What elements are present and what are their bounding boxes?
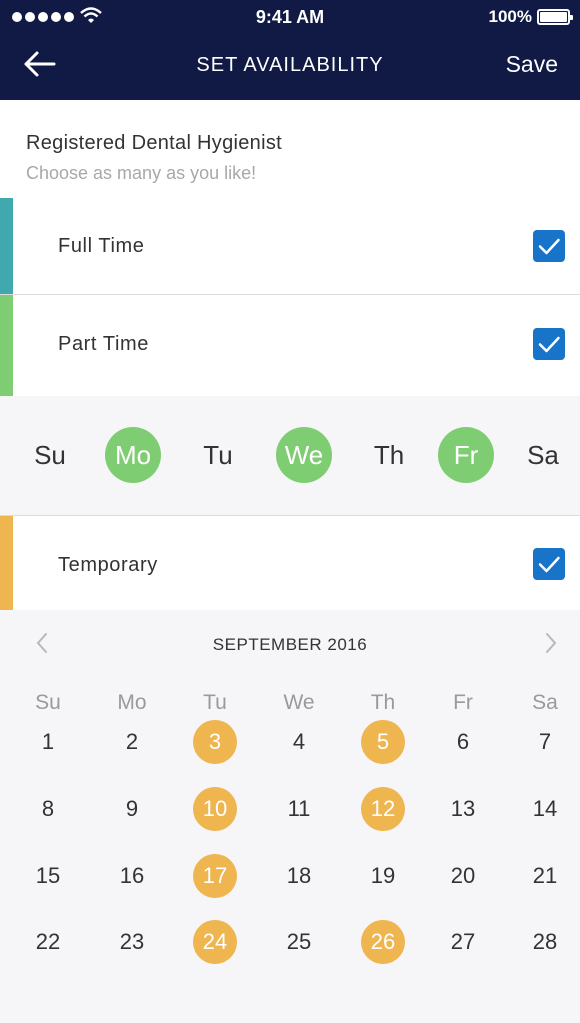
calendar-day[interactable]: 1 xyxy=(26,720,70,764)
color-stripe xyxy=(0,198,13,294)
calendar-day[interactable]: 18 xyxy=(277,854,321,898)
option-label: Part Time xyxy=(58,333,149,355)
calendar-day-header: Th xyxy=(370,691,396,714)
calendar-day[interactable]: 7 xyxy=(523,720,567,764)
calendar-day[interactable]: 15 xyxy=(26,854,70,898)
calendar-day-selected[interactable]: 26 xyxy=(361,920,405,964)
option-full-time[interactable]: Full Time xyxy=(0,198,580,294)
calendar-day[interactable]: 20 xyxy=(441,854,485,898)
calendar-day[interactable]: 13 xyxy=(441,787,485,831)
weekday-tu[interactable]: Tu xyxy=(190,427,246,483)
weekday-we[interactable]: We xyxy=(276,427,332,483)
option-label: Full Time xyxy=(58,235,145,257)
navigation-bar: SET AVAILABILITY Save xyxy=(0,34,580,100)
checkbox-checked-icon[interactable] xyxy=(533,548,565,580)
calendar-day[interactable]: 4 xyxy=(277,720,321,764)
calendar-day-header: We xyxy=(283,691,315,714)
option-temporary[interactable]: Temporary xyxy=(0,516,580,610)
weekday-su[interactable]: Su xyxy=(22,427,78,483)
section-header: Registered Dental Hygienist Choose as ma… xyxy=(0,100,580,198)
calendar-day[interactable]: 21 xyxy=(523,854,567,898)
checkbox-checked-icon[interactable] xyxy=(533,328,565,360)
section-title: Registered Dental Hygienist xyxy=(26,132,283,154)
weekday-selector: Su Mo Tu We Th Fr Sa xyxy=(0,396,580,516)
page-title: SET AVAILABILITY xyxy=(196,54,384,76)
status-bar: 9:41 AM 100% xyxy=(0,0,580,34)
calendar-day[interactable]: 28 xyxy=(523,920,567,964)
weekday-mo[interactable]: Mo xyxy=(105,427,161,483)
app-header: 9:41 AM 100% SET AVAILABILITY Save xyxy=(0,0,580,100)
battery-percentage: 100% xyxy=(488,7,532,26)
calendar-day[interactable]: 22 xyxy=(26,920,70,964)
color-stripe xyxy=(0,516,13,610)
checkbox-checked-icon[interactable] xyxy=(533,230,565,262)
calendar-day[interactable]: 27 xyxy=(441,920,485,964)
calendar-day-header: Su xyxy=(35,691,61,714)
calendar-day[interactable]: 23 xyxy=(110,920,154,964)
calendar-day[interactable]: 16 xyxy=(110,854,154,898)
weekday-sa[interactable]: Sa xyxy=(515,427,571,483)
calendar-day-selected[interactable]: 10 xyxy=(193,787,237,831)
calendar: SEPTEMBER 2016 Su Mo Tu We Th Fr Sa 1 2 3 4 5 6 7 8 9 10… xyxy=(0,610,580,1023)
calendar-day[interactable]: 14 xyxy=(523,787,567,831)
calendar-day-selected[interactable]: 17 xyxy=(193,854,237,898)
calendar-day[interactable]: 8 xyxy=(26,787,70,831)
section-subtitle: Choose as many as you like! xyxy=(26,163,257,183)
calendar-day[interactable]: 25 xyxy=(277,920,321,964)
chevron-right-icon[interactable] xyxy=(539,630,563,656)
calendar-day-header: Fr xyxy=(453,691,473,714)
calendar-day[interactable]: 11 xyxy=(277,787,321,831)
calendar-day-header: Mo xyxy=(117,691,147,714)
calendar-day-header: Sa xyxy=(532,691,558,714)
color-stripe xyxy=(0,295,13,396)
calendar-day-header: Tu xyxy=(203,691,227,714)
weekday-th[interactable]: Th xyxy=(361,427,417,483)
weekday-fr[interactable]: Fr xyxy=(438,427,494,483)
option-label: Temporary xyxy=(58,554,158,576)
save-button[interactable]: Save xyxy=(506,51,558,78)
calendar-day-selected[interactable]: 24 xyxy=(193,920,237,964)
calendar-day-selected[interactable]: 5 xyxy=(361,720,405,764)
option-part-time[interactable]: Part Time xyxy=(0,295,580,396)
calendar-day-selected[interactable]: 12 xyxy=(361,787,405,831)
calendar-day[interactable]: 19 xyxy=(361,854,405,898)
calendar-month-title: SEPTEMBER 2016 xyxy=(212,635,368,654)
calendar-day[interactable]: 9 xyxy=(110,787,154,831)
battery-icon xyxy=(537,9,573,25)
calendar-day-selected[interactable]: 3 xyxy=(193,720,237,764)
calendar-day[interactable]: 2 xyxy=(110,720,154,764)
calendar-day[interactable]: 6 xyxy=(441,720,485,764)
